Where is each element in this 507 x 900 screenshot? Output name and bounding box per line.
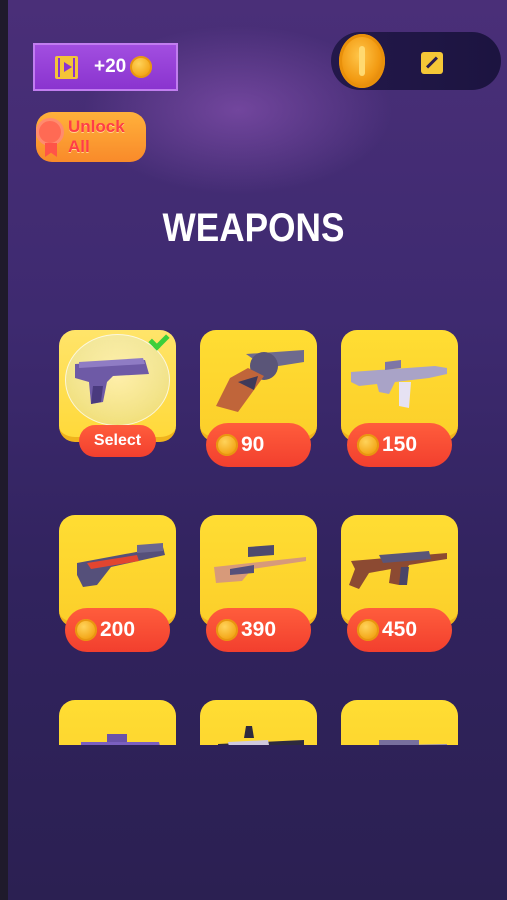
weapon-card-sniper-rifle[interactable]: 390 [200, 515, 317, 652]
sniper-icon [214, 545, 306, 583]
unlock-all-label: Unlock All [68, 117, 125, 156]
coin-icon [130, 56, 153, 78]
rifle-icon [351, 360, 447, 408]
coin-icon [216, 619, 238, 641]
price-label: 150 [382, 433, 418, 456]
weapon-card-heavy-rifle[interactable] [200, 700, 317, 745]
weapon-card-desert-eagle[interactable]: Select [59, 329, 176, 457]
weapons-grid: Select 90 150 200 390 450 [0, 320, 507, 745]
coin-icon [357, 619, 379, 641]
revolver-icon [216, 350, 304, 412]
page-title: WEAPONS [162, 206, 345, 250]
weapon-card-smg[interactable] [59, 700, 176, 745]
price-label: 200 [100, 618, 136, 641]
price-label: 90 [241, 433, 265, 456]
coin-icon [216, 434, 238, 456]
coin-icon [339, 34, 385, 88]
price-button[interactable]: 90 [206, 423, 311, 467]
price-label: 390 [241, 618, 277, 641]
price-button[interactable]: 200 [65, 608, 170, 652]
price-button[interactable]: 150 [347, 423, 452, 467]
smg-icon [81, 734, 160, 745]
heavy-rifle-icon [218, 726, 304, 745]
coin-icon [75, 619, 97, 641]
medal-icon [36, 118, 64, 146]
weapon-card-shotgun[interactable]: 200 [59, 515, 176, 652]
shotgun-icon [77, 543, 165, 587]
price-label: 450 [382, 618, 418, 641]
weapon-card-revolver[interactable]: 90 [200, 330, 317, 467]
weapon-card-machine-gun[interactable] [341, 700, 458, 745]
video-icon [55, 55, 78, 79]
price-button[interactable]: 390 [206, 608, 311, 652]
weapon-card-ak47[interactable]: 450 [341, 515, 458, 652]
edit-icon[interactable] [421, 52, 443, 74]
pistol-icon [75, 358, 149, 404]
coin-icon [357, 434, 379, 456]
unlock-all-button[interactable]: Unlock All [36, 112, 146, 162]
watch-ad-button[interactable]: +20 [33, 43, 178, 91]
ak47-icon [349, 551, 447, 589]
reward-amount: +20 [94, 56, 127, 77]
select-button[interactable]: Select [79, 425, 156, 457]
machine-gun-icon [379, 740, 447, 745]
price-button[interactable]: 450 [347, 608, 452, 652]
weapon-card-m16-rifle[interactable]: 150 [341, 330, 458, 467]
